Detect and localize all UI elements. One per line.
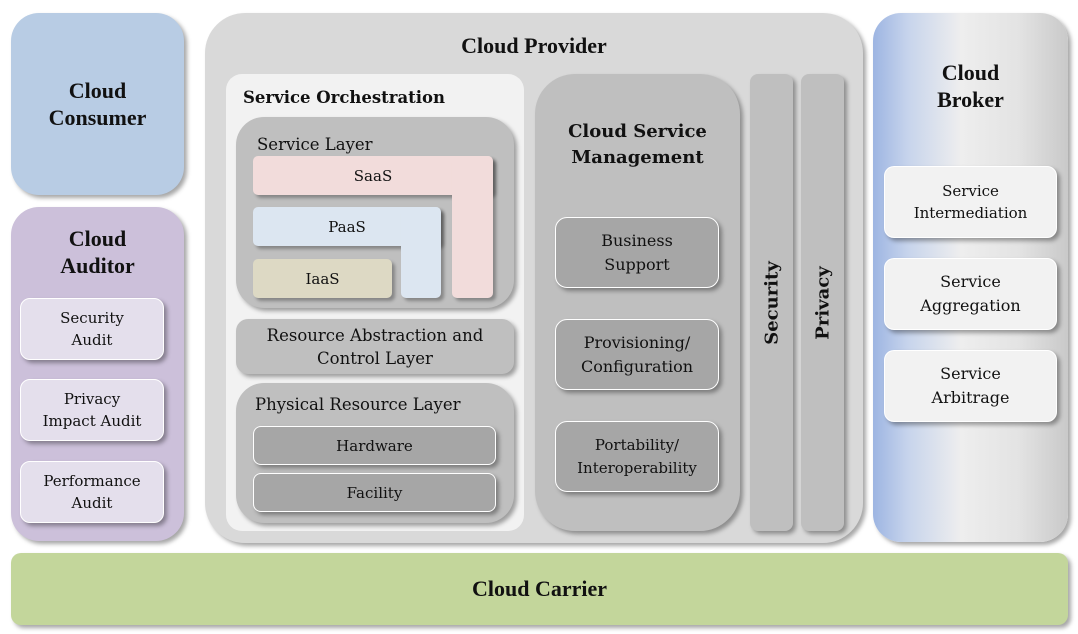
physical-resource-layer-title: Physical Resource Layer [255,395,461,414]
service-aggregation-box: Service Aggregation [884,258,1057,330]
portability-interoperability-line1: Portability/ [594,435,680,454]
cloud-broker-title-line2: Broker [937,87,1004,112]
performance-audit-line2: Audit [71,494,113,512]
security-label: Security [761,260,782,345]
privacy-impact-audit-line2: Impact Audit [42,412,142,430]
resource-abstraction-line2: Control Layer [317,348,433,368]
cloud-service-management-title-line2: Management [571,147,704,168]
privacy-label: Privacy [812,265,833,340]
cloud-auditor-title-line1: Cloud [68,226,127,251]
privacy-impact-audit-box: Privacy Impact Audit [20,379,164,441]
service-orchestration-title: Service Orchestration [243,88,446,107]
saas-label: SaaS [353,166,393,185]
cloud-consumer-box: Cloud Consumer [11,13,184,195]
cloud-broker-title-line1: Cloud [941,60,1000,85]
resource-abstraction-control-layer-box: Resource Abstraction and Control Layer [236,319,514,374]
privacy-impact-audit-line1: Privacy [63,390,121,408]
cloud-broker-title: Cloud Broker [873,59,1068,113]
portability-interoperability-line2: Interoperability [577,458,697,477]
service-aggregation-line1: Service [940,272,1001,291]
service-intermediation-box: Service Intermediation [884,166,1057,238]
cloud-auditor-title-line2: Auditor [60,253,135,278]
security-bar: Security [750,74,793,531]
business-support-line1: Business [601,230,673,250]
privacy-bar: Privacy [801,74,844,531]
cloud-auditor-title: Cloud Auditor [11,225,184,279]
service-intermediation-line1: Service [942,182,999,200]
facility-box: Facility [253,473,496,512]
cloud-carrier-box: Cloud Carrier [11,553,1068,625]
security-audit-line1: Security [60,309,124,327]
provisioning-configuration-line1: Provisioning/ [583,332,691,352]
cloud-service-management-title: Cloud Service Management [535,119,740,171]
portability-interoperability-box: Portability/Interoperability [555,421,719,492]
service-arbitrage-box: Service Arbitrage [884,350,1057,422]
business-support-box: Business Support [555,217,719,288]
cloud-consumer-title-line2: Consumer [48,105,147,130]
provisioning-configuration-line2: Configuration [580,356,694,376]
provisioning-configuration-box: Provisioning/Configuration [555,319,719,390]
performance-audit-box: Performance Audit [20,461,164,523]
iaas-block: IaaS [253,259,392,298]
cloud-consumer-title: Cloud Consumer [49,77,147,131]
hardware-box: Hardware [253,426,496,465]
cloud-provider-title: Cloud Provider [461,33,607,58]
performance-audit-line1: Performance [43,472,141,490]
service-arbitrage-line2: Arbitrage [931,388,1010,407]
paas-label-wrap: PaaS [253,207,441,246]
business-support-line2: Support [604,254,670,274]
facility-label: Facility [346,483,403,502]
security-audit-box: Security Audit [20,298,164,360]
saas-label-wrap: SaaS [253,156,493,195]
service-intermediation-line2: Intermediation [913,204,1028,222]
hardware-label: Hardware [336,436,413,455]
service-aggregation-line2: Aggregation [920,296,1021,315]
cloud-service-management-title-line1: Cloud Service [568,121,707,142]
service-arbitrage-line1: Service [940,364,1001,383]
cloud-carrier-title: Cloud Carrier [471,576,608,601]
paas-label: PaaS [328,217,366,236]
security-audit-line2: Audit [71,331,113,349]
cloud-consumer-title-line1: Cloud [68,78,127,103]
iaas-label: IaaS [305,269,340,288]
service-layer-title: Service Layer [257,135,373,154]
resource-abstraction-line1: Resource Abstraction and [266,325,484,345]
